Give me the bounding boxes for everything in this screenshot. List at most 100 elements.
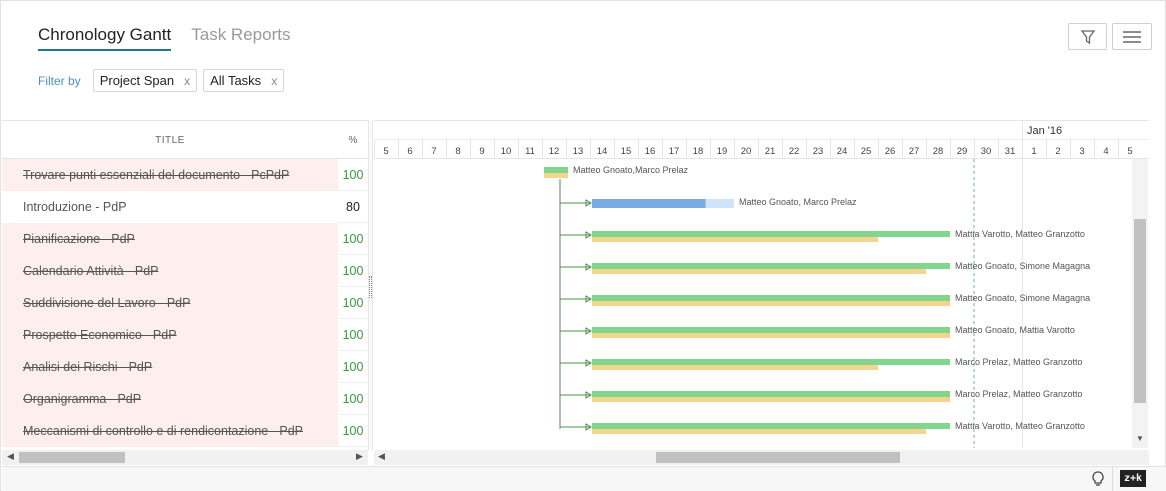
- gantt-canvas: Jan '165 6 7 8 9 10 11 12 13 14 15 16 17 18 19 20 21 22 23…: [374, 120, 1149, 448]
- day-tick-label: 28: [933, 146, 944, 157]
- task-bar-complete: [592, 263, 950, 269]
- day-tick-label: 13: [573, 146, 584, 157]
- task-percent: 100: [338, 223, 368, 255]
- footer-divider: [1112, 467, 1113, 491]
- task-percent: 100: [338, 415, 368, 447]
- task-title[interactable]: Pianificazione - PdP: [2, 223, 338, 255]
- day-tick-label: 23: [813, 146, 824, 157]
- task-baseline-bar: [592, 429, 926, 434]
- task-assignees-label: Matteo Gnoato, Mattia Varotto: [955, 325, 1075, 335]
- menu-button[interactable]: [1112, 23, 1152, 50]
- task-baseline-bar: [592, 237, 878, 242]
- day-tick-label: 22: [789, 146, 800, 157]
- task-title[interactable]: Prospetto Economico - PdP: [2, 319, 338, 351]
- day-tick-label: 6: [407, 146, 412, 157]
- task-row[interactable]: Trovare punti essenziali del documento -…: [2, 159, 368, 191]
- day-tick-label: 30: [981, 146, 992, 157]
- scroll-left-arrow-icon[interactable]: ◀: [7, 451, 14, 462]
- day-tick-label: 18: [693, 146, 704, 157]
- task-percent: 100: [338, 255, 368, 287]
- day-tick-label: 15: [621, 146, 632, 157]
- column-header-title[interactable]: TITLE: [2, 135, 338, 146]
- task-baseline-bar: [592, 301, 950, 306]
- status-footer: [2, 466, 1166, 491]
- day-tick-label: 31: [1005, 146, 1016, 157]
- task-bar-complete: [592, 359, 950, 365]
- gantt-vertical-scroll-thumb[interactable]: [1134, 219, 1146, 403]
- task-row[interactable]: Pianificazione - PdP 100: [2, 223, 368, 255]
- task-row[interactable]: Introduzione - PdP 80: [2, 191, 368, 223]
- task-grid-body: Trovare punti essenziali del documento -…: [2, 159, 368, 447]
- chip-label: Project Span: [99, 73, 175, 88]
- task-bar-complete: [592, 391, 950, 397]
- filter-button[interactable]: [1068, 23, 1107, 50]
- task-percent: 100: [338, 383, 368, 415]
- task-title[interactable]: Meccanismi di controllo e di rendicontaz…: [2, 415, 338, 447]
- scroll-right-arrow-icon[interactable]: ▶: [356, 451, 363, 462]
- keyboard-shortcut-button[interactable]: z+k: [1120, 470, 1146, 487]
- task-title[interactable]: Calendario Attività - PdP: [2, 255, 338, 287]
- grid-horizontal-scroll-thumb[interactable]: [19, 452, 125, 463]
- task-bar-complete: [544, 167, 568, 173]
- column-header-percent[interactable]: %: [338, 135, 368, 146]
- task-row[interactable]: Calendario Attività - PdP 100: [2, 255, 368, 287]
- day-tick-label: 8: [455, 146, 460, 157]
- day-tick-label: 24: [837, 146, 848, 157]
- task-baseline-bar: [592, 397, 950, 402]
- gantt-horizontal-scroll-thumb[interactable]: [656, 452, 900, 463]
- task-baseline-bar: [592, 333, 950, 338]
- day-tick-label: 12: [549, 146, 560, 157]
- task-row[interactable]: Suddivisione del Lavoro - PdP 100: [2, 287, 368, 319]
- day-tick-label: 5: [383, 146, 388, 157]
- task-baseline-bar: [592, 269, 926, 274]
- task-title[interactable]: Trovare punti essenziali del documento -…: [2, 159, 338, 191]
- day-tick-label: 16: [645, 146, 656, 157]
- lightbulb-icon[interactable]: [1088, 469, 1108, 489]
- task-assignees-label: Mattia Varotto, Matteo Granzotto: [955, 229, 1085, 239]
- day-tick-label: 3: [1079, 146, 1084, 157]
- task-assignees-label: Matteo Gnoato, Simone Magagna: [955, 293, 1090, 303]
- day-tick-label: 25: [861, 146, 872, 157]
- day-tick-label: 26: [885, 146, 896, 157]
- day-tick-label: 14: [597, 146, 608, 157]
- task-bar-complete: [592, 423, 950, 429]
- task-row[interactable]: Analisi dei Rischi - PdP 100: [2, 351, 368, 383]
- splitter-grip-icon[interactable]: [369, 276, 372, 298]
- task-percent: 100: [338, 319, 368, 351]
- tab-task-reports[interactable]: Task Reports: [191, 25, 290, 51]
- day-tick-label: 17: [669, 146, 680, 157]
- task-title[interactable]: Suddivisione del Lavoro - PdP: [2, 287, 338, 319]
- day-tick-label: 29: [957, 146, 968, 157]
- filter-chip-project-span[interactable]: Project Span x: [92, 69, 198, 92]
- task-row[interactable]: Organigramma - PdP 100: [2, 383, 368, 415]
- scroll-down-arrow-icon[interactable]: ▼: [1136, 434, 1144, 443]
- menu-icon: [1123, 30, 1141, 43]
- task-title[interactable]: Organigramma - PdP: [2, 383, 338, 415]
- filter-icon: [1080, 29, 1095, 44]
- task-assignees-label: Matteo Gnoato, Marco Prelaz: [739, 197, 857, 207]
- task-title[interactable]: Introduzione - PdP: [2, 191, 338, 223]
- tab-chronology-gantt[interactable]: Chronology Gantt: [38, 25, 172, 51]
- task-percent: 100: [338, 351, 368, 383]
- chip-remove-icon[interactable]: x: [184, 74, 190, 88]
- month-label: Jan '16: [1027, 125, 1062, 137]
- filter-chip-all-tasks[interactable]: All Tasks x: [203, 69, 285, 92]
- task-bar-complete: [592, 327, 950, 333]
- day-tick-label: 11: [525, 146, 535, 157]
- task-percent: 100: [338, 159, 368, 191]
- day-tick-label: 7: [431, 146, 436, 157]
- gantt-chart: Jan '16 5 6 7 8 9 10 11 12 13 14 15 16 17 18 19 20 21 22 23…: [374, 120, 1149, 448]
- task-row[interactable]: Prospetto Economico - PdP 100: [2, 319, 368, 351]
- day-tick-label: 27: [909, 146, 920, 157]
- day-tick-label: 9: [479, 146, 484, 157]
- filter-label: Filter by: [38, 73, 81, 88]
- task-title[interactable]: Analisi dei Rischi - PdP: [2, 351, 338, 383]
- task-row[interactable]: Meccanismi di controllo e di rendicontaz…: [2, 415, 368, 447]
- chip-remove-icon[interactable]: x: [271, 74, 277, 88]
- task-baseline-bar: [592, 365, 878, 370]
- chip-label: All Tasks: [210, 73, 262, 88]
- view-tabs: Chronology Gantt Task Reports: [38, 25, 290, 51]
- task-bar-complete: [592, 295, 950, 301]
- gantt-scroll-left-arrow-icon[interactable]: ◀: [378, 451, 385, 462]
- task-assignees-label: Marco Prelaz, Matteo Granzotto: [955, 389, 1083, 399]
